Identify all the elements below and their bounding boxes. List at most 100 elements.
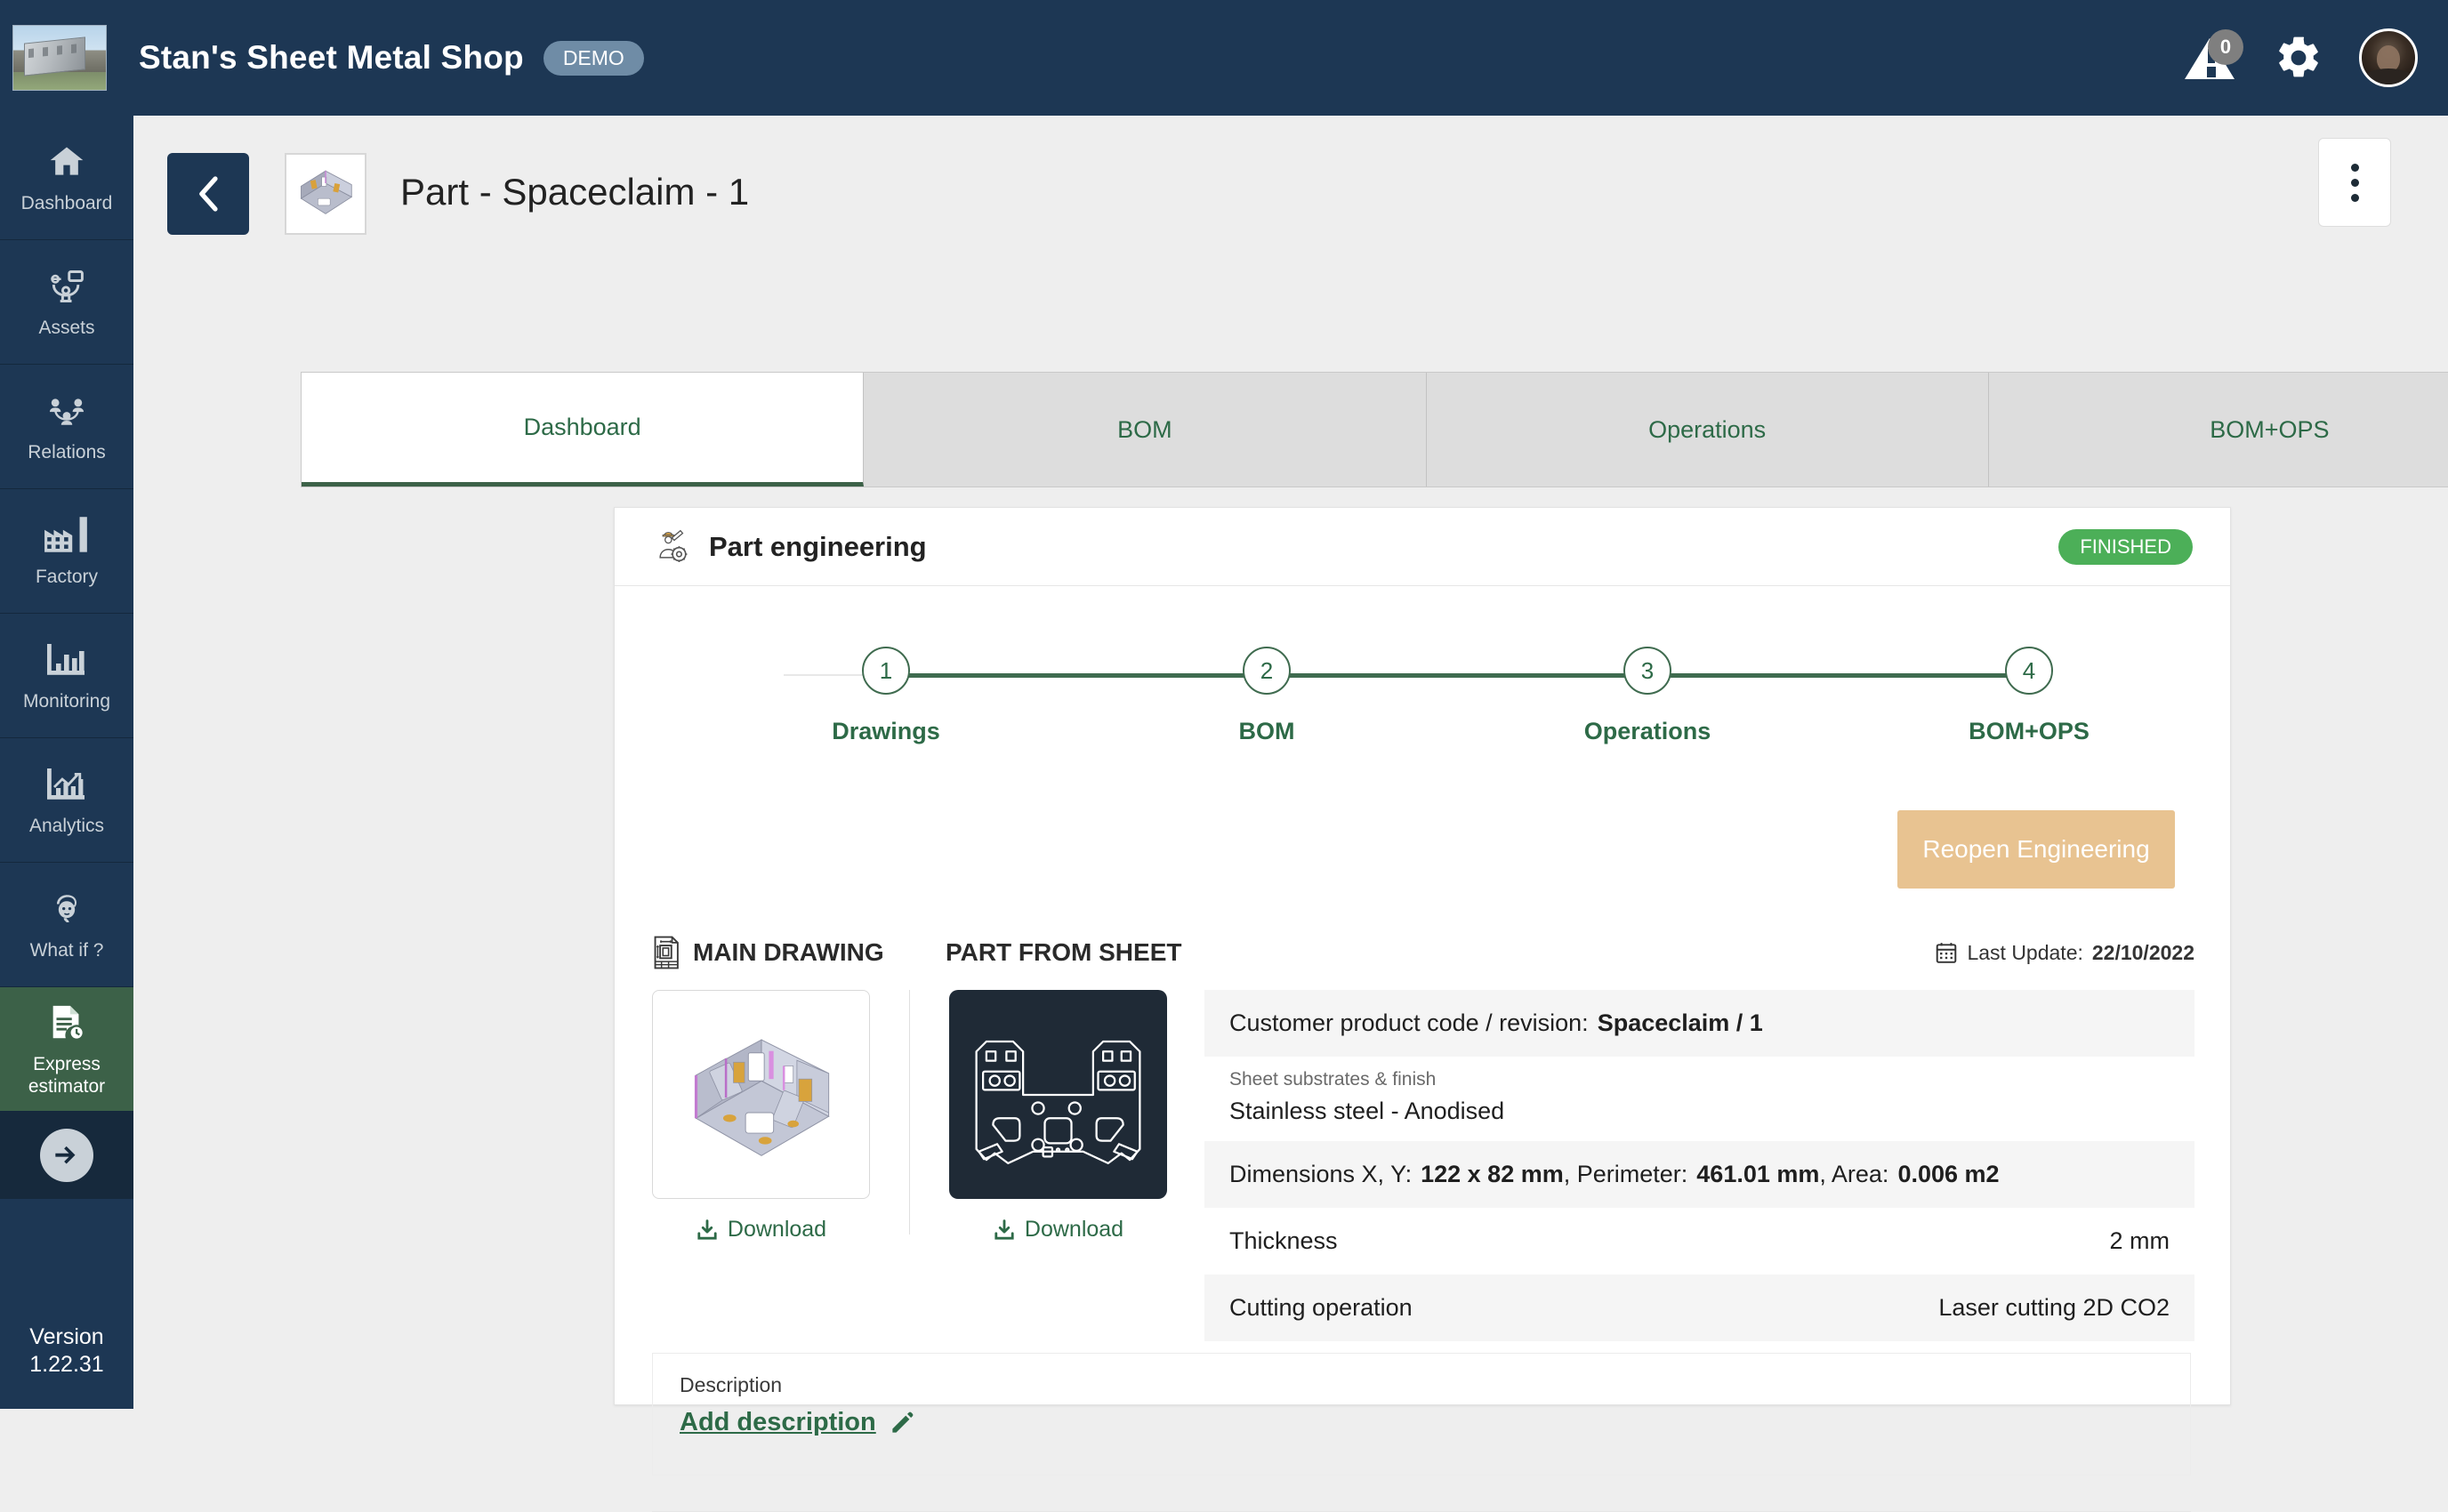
add-description-text: Add description: [680, 1408, 876, 1436]
description-label: Description: [680, 1373, 783, 1396]
description-box: Description Add description: [652, 1353, 2191, 1476]
spec-value: Laser cutting 2D CO2: [1938, 1294, 2170, 1321]
sidebar-item-label: Dashboard: [20, 193, 113, 214]
more-vertical-icon[interactable]: [2318, 138, 2391, 227]
download-label: Download: [1024, 1217, 1124, 1242]
warning-exclamation-dot: [2207, 67, 2216, 77]
sidebar-item-express-estimator[interactable]: Express estimator: [0, 987, 133, 1112]
download-icon: [697, 1218, 717, 1240]
part-from-sheet-label: PART FROM SHEET: [946, 938, 1182, 966]
user-avatar[interactable]: [2359, 28, 2418, 87]
part-from-sheet-heading: PART FROM SHEET: [946, 938, 1319, 967]
details-area: MAIN DRAWING PART FROM SHEET Last Update…: [615, 926, 2232, 1341]
kebab-dot: [2350, 163, 2359, 172]
sidebar-item-factory[interactable]: Factory: [0, 489, 133, 614]
card-title: Part engineering: [709, 530, 927, 562]
add-description-link[interactable]: Add description: [680, 1408, 2163, 1437]
tab-dashboard[interactable]: Dashboard: [302, 373, 865, 487]
step-bom[interactable]: 2 BOM: [1196, 647, 1338, 745]
spec-row-cutting-operation: Cutting operation Laser cutting 2D CO2: [1204, 1275, 2194, 1341]
main-content: Part - Spaceclaim - 1 Dashboard BOM Oper…: [133, 116, 2448, 1512]
section-headings: MAIN DRAWING PART FROM SHEET Last Update…: [615, 926, 2232, 979]
dimensions-prefix: Dimensions X, Y:: [1229, 1161, 1413, 1187]
home-icon: [44, 140, 89, 184]
step-label: Operations: [1583, 718, 1711, 744]
sidebar-item-label: Factory: [35, 567, 98, 588]
main-drawing-pane: Download: [652, 990, 870, 1341]
last-update: Last Update: 22/10/2022: [1935, 941, 2194, 965]
flat-pattern-outline: [975, 1040, 1141, 1164]
tab-operations[interactable]: Operations: [1426, 373, 1989, 487]
logo-building-shape: [24, 36, 86, 76]
sidebar-item-label: Monitoring: [22, 691, 111, 712]
factory-icon: [43, 513, 91, 558]
kebab-dot: [2350, 193, 2359, 202]
main-drawing-heading: MAIN DRAWING: [652, 936, 946, 969]
sidebar-item-assets[interactable]: Assets: [0, 240, 133, 365]
step-number: 4: [2005, 647, 2053, 695]
download-label: Download: [727, 1217, 827, 1242]
detail-panes: Download Download Customer product code …: [615, 990, 2232, 1341]
step-operations[interactable]: 3 Operations: [1576, 647, 1719, 745]
spec-row-dimensions: Dimensions X, Y: 122 x 82 mm , Perimeter…: [1204, 1141, 2194, 1208]
last-update-value: 22/10/2022: [2091, 940, 2194, 964]
tab-bom-ops[interactable]: BOM+OPS: [1988, 373, 2448, 487]
kebab-dot: [2350, 178, 2359, 187]
perimeter-label: , Perimeter:: [1563, 1161, 1688, 1187]
part-3d-thumbnail[interactable]: [285, 153, 366, 235]
sidebar: Dashboard Assets Relations Factory Monit…: [0, 116, 133, 1409]
step-bom-ops[interactable]: 4 BOM+OPS: [1958, 647, 2100, 745]
step-label: BOM+OPS: [1969, 718, 2090, 744]
company-building-logo[interactable]: [12, 25, 107, 91]
download-part-from-sheet-link[interactable]: Download: [949, 1217, 1167, 1243]
warning-bell-icon[interactable]: 0: [2185, 29, 2243, 83]
spec-row-sheet-substrate: Sheet substrates & finish Stainless stee…: [1204, 1057, 2194, 1141]
part-from-sheet-preview[interactable]: [949, 990, 1167, 1199]
sidebar-collapse-button[interactable]: [0, 1112, 133, 1199]
version-label: Version: [29, 1323, 104, 1349]
sidebar-item-relations[interactable]: Relations: [0, 365, 133, 489]
card-header: Part engineering FINISHED: [615, 508, 2230, 586]
spec-value: 2 mm: [2109, 1227, 2170, 1254]
main-drawing-label: MAIN DRAWING: [693, 938, 884, 966]
area-label: , Area:: [1819, 1161, 1889, 1187]
step-label: Drawings: [832, 718, 940, 744]
app-title: Stan's Sheet Metal Shop: [139, 39, 524, 76]
download-icon: [994, 1218, 1014, 1240]
top-bar: Stan's Sheet Metal Shop DEMO 0: [0, 0, 2448, 116]
spec-sublabel: Sheet substrates & finish: [1229, 1069, 1437, 1090]
demo-badge: DEMO: [543, 40, 644, 76]
version-number: 1.22.31: [29, 1351, 104, 1377]
spec-row-thickness: Thickness 2 mm: [1204, 1208, 2194, 1275]
page-title: Part - Spaceclaim - 1: [400, 171, 750, 213]
arrow-right-circle-icon: [40, 1129, 93, 1182]
spec-row-customer-code: Customer product code / revision: Spacec…: [1204, 990, 2194, 1057]
chevron-left-icon: [199, 176, 218, 212]
part-3d-render: [694, 1039, 830, 1156]
engineering-stepper: 1 Drawings 2 BOM 3 Operations 4 BOM+OPS: [704, 586, 2141, 777]
thinking-face-icon: [46, 887, 87, 931]
technical-drawing-icon: [654, 936, 679, 969]
main-drawing-preview[interactable]: [652, 990, 870, 1199]
engineer-gear-icon: [659, 529, 688, 562]
sidebar-item-label: Analytics: [28, 816, 105, 837]
sidebar-item-monitoring[interactable]: Monitoring: [0, 614, 133, 738]
step-drawings[interactable]: 1 Drawings: [815, 647, 957, 745]
sidebar-item-dashboard[interactable]: Dashboard: [0, 116, 133, 240]
sidebar-item-label: Relations: [28, 442, 106, 463]
gear-icon[interactable]: [2274, 33, 2323, 83]
step-number: 2: [1243, 647, 1291, 695]
back-button[interactable]: [167, 153, 249, 235]
sidebar-item-what-if[interactable]: What if ?: [0, 863, 133, 987]
part-3d-thumbnail-image: [300, 170, 353, 214]
step-number: 3: [1623, 647, 1671, 695]
bar-chart-icon: [44, 638, 90, 682]
sidebar-item-analytics[interactable]: Analytics: [0, 738, 133, 863]
download-main-drawing-link[interactable]: Download: [652, 1217, 870, 1243]
dimensions-value: 122 x 82 mm: [1421, 1161, 1564, 1187]
assets-network-icon: [44, 264, 89, 309]
tab-bom[interactable]: BOM: [864, 373, 1427, 487]
perimeter-value: 461.01 mm: [1696, 1161, 1820, 1187]
reopen-engineering-button[interactable]: Reopen Engineering: [1897, 810, 2175, 889]
step-label: BOM: [1238, 718, 1295, 744]
